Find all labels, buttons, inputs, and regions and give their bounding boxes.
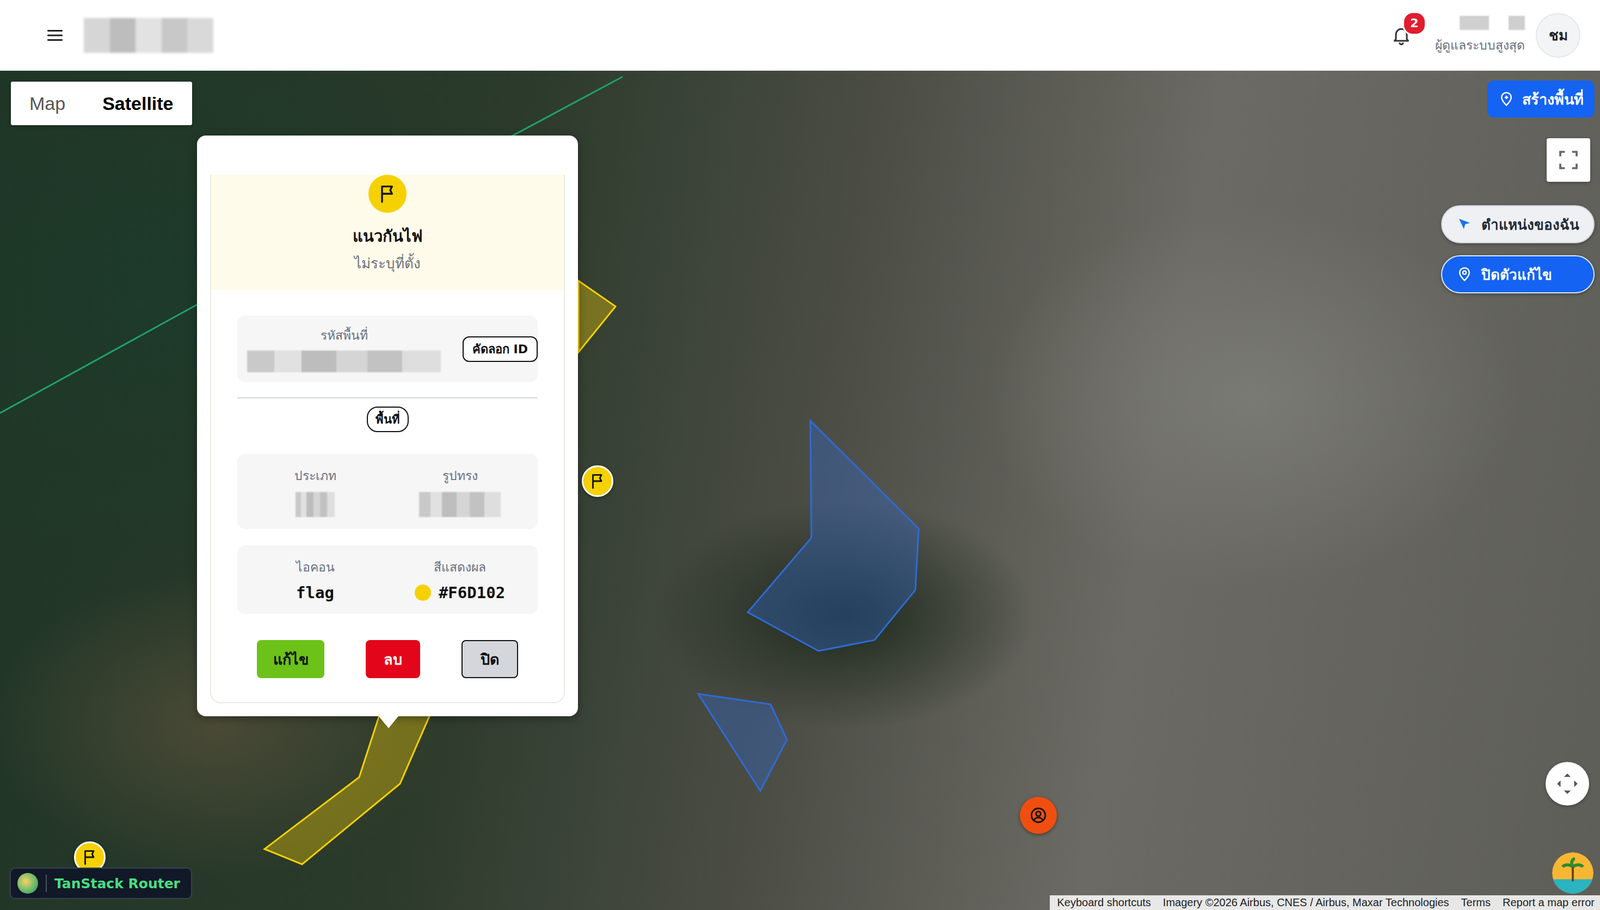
area-location: ไม่ระบุที่ตั้ง [354, 251, 421, 275]
fullscreen-button[interactable] [1546, 138, 1591, 182]
help-avatar[interactable] [1552, 852, 1594, 894]
fullscreen-icon [1557, 149, 1580, 171]
area-popup: แนวกันไฟไม่ระบุที่ตั้งรหัสพื้นที่คัดลอก … [197, 135, 578, 729]
copy-id-button[interactable]: คัดลอก ID [462, 336, 538, 362]
popup-tail [378, 716, 399, 729]
person-icon [1029, 805, 1048, 825]
attribution-link[interactable]: Imagery ©2026 Airbus, CNES / Airbus, Max… [1162, 896, 1450, 909]
icon-cell: ไอคอน flag [242, 557, 388, 602]
area-id-box: รหัสพื้นที่คัดลอก ID [237, 315, 538, 383]
pan-arrows-icon [1553, 770, 1581, 798]
card-body: รหัสพื้นที่คัดลอก ID พื้นที่ประเภท รูปทรงไ… [210, 289, 565, 704]
zone-polygon[interactable] [264, 690, 441, 865]
logo[interactable] [83, 17, 214, 53]
attribute-value [295, 491, 335, 518]
user-name [1459, 15, 1525, 30]
map-action-buttons: ตำแหน่งของฉันปิดตัวแก้ไข [1441, 205, 1595, 294]
hamburger-menu-icon[interactable] [45, 26, 65, 45]
map-marker[interactable] [1019, 796, 1057, 834]
attribute-value [419, 491, 501, 518]
map-type-tab[interactable]: Map [10, 81, 84, 126]
area-title: แนวกันไฟ [352, 223, 423, 249]
zone-polygon[interactable] [698, 693, 787, 791]
camera-control[interactable] [1545, 761, 1590, 806]
map-type-toggle: MapSatellite [10, 81, 193, 126]
separator [45, 874, 47, 892]
icon-value: flag [296, 583, 335, 602]
app: 2 ผู้ดูแลระบบสูงสุด ชม MapSatellite สร้างพื้… [0, 0, 1600, 910]
top-left [45, 17, 214, 53]
flag-icon [588, 471, 607, 491]
area-id-value [247, 350, 441, 373]
navigation-arrow-icon [1456, 216, 1473, 233]
color-cell: สีแสดงผล #F6D102 [387, 557, 533, 602]
area-attributes: ประเภท รูปทรง [237, 453, 538, 529]
area-card: แนวกันไฟไม่ระบุที่ตั้งรหัสพื้นที่คัดลอก … [197, 135, 578, 717]
close-button[interactable]: ปิด [461, 640, 519, 679]
devtools-label: TanStack Router [54, 875, 181, 892]
attribution-link[interactable]: Report a map error [1502, 896, 1595, 909]
my-location-button[interactable]: ตำแหน่งของฉัน [1441, 205, 1595, 244]
flag-icon [80, 847, 100, 867]
popup-actions: แก้ไข ลบ ปิด [237, 640, 538, 679]
user-info: ผู้ดูแลระบบสูงสุด [1435, 15, 1525, 55]
attribute-cell: ประเภท [242, 465, 388, 518]
tanstack-logo-icon [17, 872, 39, 894]
attribution-link[interactable]: Keyboard shortcuts [1057, 896, 1152, 909]
toggle-editor-button[interactable]: ปิดตัวแก้ไข [1441, 255, 1595, 294]
section-divider: พื้นที่ [237, 397, 538, 424]
color-dot [414, 584, 432, 601]
flag-icon [376, 182, 399, 205]
palm-beach-icon [1552, 852, 1594, 894]
area-id: รหัสพื้นที่ [247, 325, 441, 373]
attribute-cell: รูปทรง [387, 465, 533, 518]
area-style: ไอคอน flag สีแสดงผล #F6D102 [237, 545, 538, 614]
zone-polygon[interactable] [747, 420, 919, 651]
edit-button[interactable]: แก้ไข [256, 640, 325, 679]
devtools-badge[interactable]: TanStack Router [9, 867, 193, 900]
area-icon [368, 174, 407, 213]
map-attribution: Keyboard shortcuts Imagery ©2026 Airbus, … [1049, 895, 1600, 910]
color-label: สีแสดงผล [433, 557, 486, 577]
card-header: แนวกันไฟไม่ระบุที่ตั้ง [210, 174, 565, 290]
area-id-label: รหัสพื้นที่ [320, 325, 368, 346]
user-avatar[interactable]: ชม [1535, 13, 1581, 58]
create-area-button[interactable]: สร้างพื้นที่ [1487, 80, 1595, 118]
attribute-label: รูปทรง [442, 465, 478, 486]
top-right: 2 ผู้ดูแลระบบสูงสุด ชม [1387, 13, 1581, 58]
location-pin-icon [1456, 266, 1473, 283]
right-controls: สร้างพื้นที่ตำแหน่งของฉันปิดตัวแก้ไข [1441, 80, 1595, 294]
color-value: #F6D102 [414, 583, 506, 602]
section-label: พื้นที่ [366, 406, 409, 433]
map[interactable]: MapSatellite สร้างพื้นที่ตำแหน่งของฉันปิด… [0, 70, 1600, 910]
user-role: ผู้ดูแลระบบสูงสุด [1435, 35, 1525, 55]
icon-label: ไอคอน [296, 557, 335, 577]
top-bar: 2 ผู้ดูแลระบบสูงสุด ชม [0, 0, 1600, 71]
delete-button[interactable]: ลบ [365, 640, 421, 679]
zone-polygon[interactable] [578, 280, 616, 353]
map-marker[interactable] [581, 465, 614, 497]
location-pin-icon [1498, 90, 1515, 108]
notification-badge: 2 [1402, 11, 1427, 36]
notification-button[interactable]: 2 [1387, 21, 1416, 50]
attribution-link[interactable]: Terms [1461, 896, 1491, 909]
boundary-line[interactable] [0, 76, 623, 414]
map-type-tab[interactable]: Satellite [83, 81, 192, 126]
attribute-label: ประเภท [294, 465, 337, 486]
